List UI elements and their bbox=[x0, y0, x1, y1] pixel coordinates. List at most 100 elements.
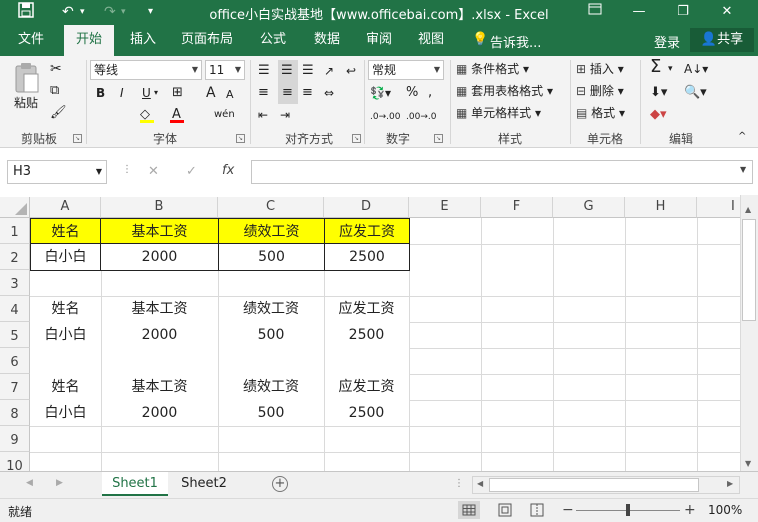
font-grow-button[interactable]: A bbox=[206, 84, 216, 102]
font-size-combo[interactable]: 11 ▼ bbox=[205, 60, 245, 80]
row-header-3[interactable]: 3 bbox=[0, 270, 30, 296]
number-format-combo[interactable]: 常规 ▼ bbox=[368, 60, 444, 80]
font-name-combo[interactable]: 等线 ▼ bbox=[90, 60, 202, 80]
orientation-icon[interactable]: ↗ bbox=[324, 62, 334, 80]
phonetic-icon[interactable]: wén bbox=[214, 106, 235, 124]
table-header-cell[interactable]: 绩效工资 bbox=[218, 374, 324, 400]
column-header-i[interactable]: I bbox=[697, 197, 740, 218]
decrease-indent-icon[interactable]: ⇤ bbox=[258, 106, 268, 124]
table-cell[interactable]: 500 bbox=[218, 400, 324, 426]
table-header-cell[interactable]: 姓名 bbox=[30, 218, 101, 244]
align-left-icon[interactable]: ≡ bbox=[258, 84, 269, 102]
font-shrink-button[interactable]: A bbox=[226, 86, 234, 104]
autosum-dropdown-icon[interactable]: ▾ bbox=[668, 60, 673, 78]
alignment-launcher-icon[interactable]: ↘ bbox=[352, 134, 361, 143]
tab-data[interactable]: 数据 bbox=[304, 25, 350, 56]
copy-icon[interactable]: ⧉ bbox=[50, 82, 59, 100]
zoom-out-icon[interactable]: − bbox=[562, 502, 574, 518]
sheet-bar-splitter-icon[interactable]: ⋮ bbox=[454, 478, 464, 489]
insert-cells-button[interactable]: ⊞ 插入 ▾ bbox=[576, 60, 624, 78]
increase-decimal-icon[interactable]: .0→.00 bbox=[370, 108, 400, 126]
underline-dropdown-icon[interactable]: ▾ bbox=[154, 84, 158, 102]
delete-cells-button[interactable]: ⊟ 删除 ▾ bbox=[576, 82, 624, 100]
column-header-h[interactable]: H bbox=[625, 197, 697, 218]
row-header-9[interactable]: 9 bbox=[0, 426, 30, 452]
vertical-scrollbar[interactable]: ▲ ▼ bbox=[740, 195, 758, 471]
row-header-1[interactable]: 1 bbox=[0, 218, 30, 244]
cell-styles-button[interactable]: ▦ 单元格样式 ▾ bbox=[456, 104, 541, 122]
scroll-right-icon[interactable]: ▶ bbox=[727, 479, 733, 488]
scroll-up-icon[interactable]: ▲ bbox=[745, 205, 751, 214]
page-layout-view-button[interactable] bbox=[494, 501, 516, 519]
table-header-cell[interactable]: 基本工资 bbox=[101, 374, 218, 400]
table-cell[interactable]: 2000 bbox=[101, 322, 218, 348]
paste-label[interactable]: 粘贴 bbox=[14, 94, 38, 112]
clear-icon[interactable]: ◆▾ bbox=[650, 106, 667, 124]
scroll-left-icon[interactable]: ◀ bbox=[477, 479, 483, 488]
format-cells-button[interactable]: ▤ 格式 ▾ bbox=[576, 104, 625, 122]
tab-formulas[interactable]: 公式 bbox=[250, 25, 296, 56]
minimize-icon[interactable]: — bbox=[624, 2, 654, 22]
formula-input[interactable] bbox=[251, 160, 753, 184]
tab-home[interactable]: 开始 bbox=[64, 25, 114, 56]
table-cell[interactable]: 2500 bbox=[324, 322, 409, 348]
increase-indent-icon[interactable]: ⇥ bbox=[280, 106, 290, 124]
number-launcher-icon[interactable]: ↘ bbox=[434, 134, 443, 143]
maximize-icon[interactable]: ❐ bbox=[668, 2, 698, 22]
paste-icon[interactable] bbox=[12, 62, 40, 98]
clipboard-launcher-icon[interactable]: ↘ bbox=[73, 134, 82, 143]
sort-filter-icon[interactable]: A↓▾ bbox=[684, 60, 708, 78]
border-icon[interactable]: ⊞ bbox=[172, 84, 183, 102]
font-launcher-icon[interactable]: ↘ bbox=[236, 134, 245, 143]
insert-function-button[interactable]: fx bbox=[222, 163, 234, 178]
close-icon[interactable]: ✕ bbox=[712, 2, 742, 22]
column-header-e[interactable]: E bbox=[409, 197, 481, 218]
format-painter-icon[interactable]: 🖌 bbox=[50, 104, 67, 122]
column-header-g[interactable]: G bbox=[553, 197, 625, 218]
table-cell[interactable]: 白小白 bbox=[30, 322, 101, 348]
tab-page-layout[interactable]: 页面布局 bbox=[176, 25, 238, 56]
tab-review[interactable]: 审阅 bbox=[356, 25, 402, 56]
column-header-c[interactable]: C bbox=[218, 197, 324, 218]
fill-icon[interactable]: ⬇▾ bbox=[650, 84, 667, 102]
align-right-icon[interactable]: ≡ bbox=[302, 84, 313, 102]
confirm-entry-icon[interactable]: ✓ bbox=[186, 164, 197, 179]
login-link[interactable]: 登录 bbox=[654, 32, 680, 51]
table-header-cell[interactable]: 应发工资 bbox=[324, 374, 409, 400]
scroll-thumb[interactable] bbox=[742, 219, 756, 321]
horizontal-scroll-thumb[interactable] bbox=[489, 478, 699, 492]
row-header-5[interactable]: 5 bbox=[0, 322, 30, 348]
column-header-b[interactable]: B bbox=[101, 197, 218, 218]
table-header-cell[interactable]: 姓名 bbox=[30, 374, 101, 400]
table-cell[interactable]: 白小白 bbox=[30, 400, 101, 426]
spreadsheet-grid[interactable]: A B C D E F G H I 1 2 3 4 5 6 7 8 9 10 姓… bbox=[0, 195, 740, 471]
accounting-format-icon[interactable]: 💱▾ bbox=[370, 84, 391, 102]
row-header-2[interactable]: 2 bbox=[0, 244, 30, 270]
table-header-cell[interactable]: 应发工资 bbox=[324, 218, 410, 244]
scroll-down-icon[interactable]: ▼ bbox=[745, 459, 751, 468]
collapse-ribbon-icon[interactable]: ^ bbox=[738, 128, 746, 146]
row-header-4[interactable]: 4 bbox=[0, 296, 30, 322]
table-cell[interactable]: 2500 bbox=[324, 400, 409, 426]
cancel-entry-icon[interactable]: ✕ bbox=[148, 164, 159, 179]
align-bottom-icon[interactable]: ☰ bbox=[302, 62, 314, 80]
format-as-table-button[interactable]: ▦ 套用表格格式 ▾ bbox=[456, 82, 553, 100]
merge-center-icon[interactable]: ⇔ bbox=[324, 84, 334, 102]
tell-me-box[interactable]: 告诉我... bbox=[490, 32, 541, 51]
bold-button[interactable]: B bbox=[96, 84, 105, 102]
autosum-icon[interactable]: Σ bbox=[650, 58, 661, 76]
expand-formula-bar-icon[interactable]: ▼ bbox=[740, 165, 746, 174]
table-header-cell[interactable]: 基本工资 bbox=[101, 296, 218, 322]
find-select-icon[interactable]: 🔍▾ bbox=[684, 84, 707, 102]
decrease-decimal-icon[interactable]: .00→.0 bbox=[406, 108, 436, 126]
percent-button[interactable]: % bbox=[406, 84, 418, 102]
row-header-7[interactable]: 7 bbox=[0, 374, 30, 400]
table-cell[interactable]: 500 bbox=[218, 322, 324, 348]
table-cell[interactable]: 2500 bbox=[324, 243, 410, 271]
wrap-text-icon[interactable]: ↩ bbox=[346, 62, 356, 80]
new-sheet-icon[interactable]: + bbox=[272, 476, 288, 492]
cut-icon[interactable]: ✂ bbox=[50, 60, 62, 78]
conditional-format-button[interactable]: ▦ 条件格式 ▾ bbox=[456, 60, 529, 78]
row-header-10[interactable]: 10 bbox=[0, 452, 30, 471]
row-header-8[interactable]: 8 bbox=[0, 400, 30, 426]
